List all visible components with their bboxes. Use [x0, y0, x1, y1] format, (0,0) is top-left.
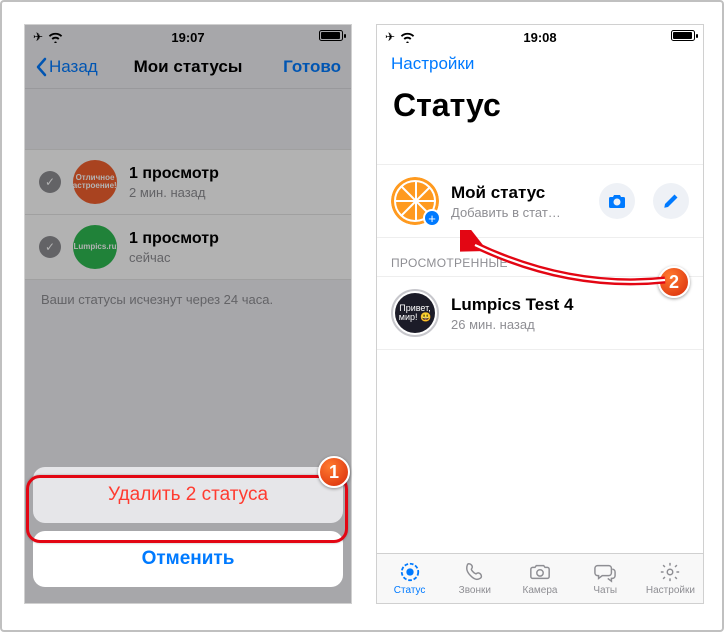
action-sheet: Удалить 2 статуса Отменить: [33, 467, 343, 595]
edit-button[interactable]: [653, 183, 689, 219]
tab-chats[interactable]: Чаты: [573, 554, 638, 603]
chats-tab-icon: [593, 561, 617, 583]
phone-left: ✈ 19:07 Назад Мои статусы Готово ✓ Отлич…: [24, 24, 352, 604]
viewed-row-title: Lumpics Test 4: [451, 295, 689, 315]
viewed-status-row[interactable]: Привет, мир! 😃 Lumpics Test 4 26 мин. на…: [377, 276, 703, 350]
settings-back-link[interactable]: Настройки: [391, 54, 474, 74]
my-status-subtitle: Добавить в стат…: [451, 205, 581, 220]
camera-button[interactable]: [599, 183, 635, 219]
plus-icon: +: [423, 209, 441, 227]
status-tab-icon: [398, 561, 422, 583]
tab-camera[interactable]: Камера: [507, 554, 572, 603]
battery-icon: [671, 30, 695, 41]
step-badge-2: 2: [658, 266, 690, 298]
clock-time: 19:08: [377, 30, 703, 45]
tab-status[interactable]: Статус: [377, 554, 442, 603]
phone-right: ✈ 19:08 Настройки Статус + Мой статус До…: [376, 24, 704, 604]
pencil-icon: [663, 193, 679, 209]
tab-bar: Статус Звонки Камера Чаты Настройки: [377, 553, 703, 603]
my-status-row[interactable]: + Мой статус Добавить в стат…: [377, 164, 703, 238]
viewed-row-subtitle: 26 мин. назад: [451, 317, 689, 332]
cancel-button[interactable]: Отменить: [33, 531, 343, 587]
status-bar: ✈ 19:08: [377, 25, 703, 45]
camera-tab-icon: [528, 561, 552, 583]
camera-icon: [608, 193, 626, 209]
viewed-avatar: Привет, мир! 😃: [395, 293, 435, 333]
delete-button[interactable]: Удалить 2 статуса: [33, 467, 343, 523]
calls-tab-icon: [463, 561, 487, 583]
settings-tab-icon: [658, 561, 682, 583]
nav-bar: Настройки: [377, 45, 703, 83]
page-title: Статус: [377, 83, 703, 136]
my-status-title: Мой статус: [451, 183, 581, 203]
step-badge-1: 1: [318, 456, 350, 488]
viewed-section-header: ПРОСМОТРЕННЫЕ: [377, 238, 703, 276]
tab-calls[interactable]: Звонки: [442, 554, 507, 603]
tab-settings[interactable]: Настройки: [638, 554, 703, 603]
viewed-avatar-ring: Привет, мир! 😃: [391, 289, 439, 337]
